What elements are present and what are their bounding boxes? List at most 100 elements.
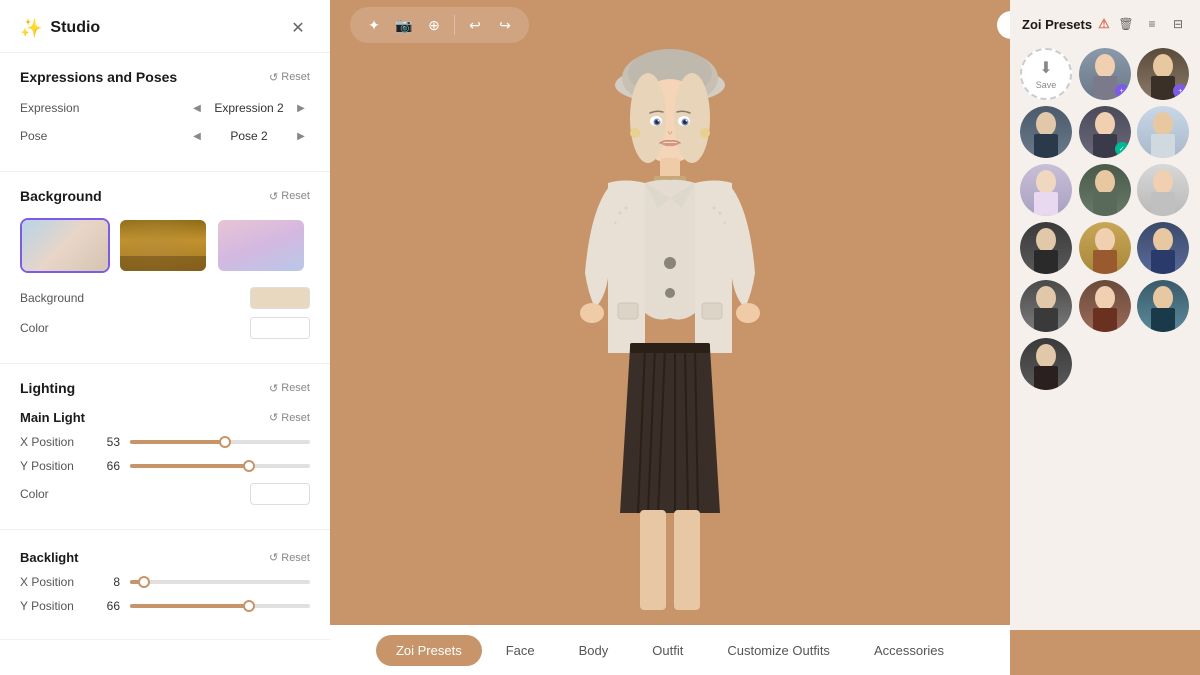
backlight-x-value: 8 — [95, 575, 120, 589]
main-light-y-value: 66 — [95, 459, 120, 473]
presets-grid: ⬇ Save + + ✓ — [1010, 44, 1200, 394]
pose-label: Pose — [20, 129, 80, 143]
camera-tool-icon[interactable]: 📷 — [392, 13, 416, 37]
preset-item-14[interactable] — [1137, 280, 1189, 332]
background-thumb-1[interactable] — [20, 218, 110, 273]
backlight-title: Backlight — [20, 550, 79, 565]
preset-item-7[interactable] — [1079, 164, 1131, 216]
save-preset-icon: ⬇ — [1039, 58, 1052, 78]
save-preset-button[interactable]: ⬇ Save — [1020, 48, 1072, 100]
lighting-header: Lighting ↺ Reset — [20, 380, 310, 396]
backlight-reset-button[interactable]: ↺ Reset — [269, 551, 310, 564]
toolbar: ✦ 📷 ⊕ ↩ ↪ — [350, 7, 529, 43]
main-canvas — [330, 0, 1010, 625]
expression-value: Expression 2 — [214, 101, 284, 115]
close-button[interactable]: ✕ — [286, 16, 310, 40]
preset-item-11[interactable] — [1137, 222, 1189, 274]
background-label: Background — [20, 291, 84, 305]
save-preset-label: Save — [1036, 80, 1057, 90]
background-reset-button[interactable]: ↺ Reset — [269, 190, 310, 203]
main-light-reset-button[interactable]: ↺ Reset — [269, 411, 310, 424]
backlight-y-value: 66 — [95, 599, 120, 613]
main-light-x-label: X Position — [20, 435, 85, 449]
background-thumb-3[interactable] — [216, 218, 306, 273]
left-panel: ✨ Studio ✕ Expressions and Poses ↺ Reset… — [0, 0, 330, 675]
tab-face[interactable]: Face — [486, 635, 555, 666]
background-thumb-2[interactable] — [118, 218, 208, 273]
backlight-y-slider[interactable] — [130, 604, 310, 608]
backlight-x-slider[interactable] — [130, 580, 310, 584]
background-section: Background ↺ Reset Background — [0, 172, 330, 364]
panel-title: ✨ Studio — [20, 18, 100, 39]
preset-item-2[interactable]: + — [1137, 48, 1189, 100]
main-light-x-row: X Position 53 — [20, 435, 310, 449]
toolbar-divider — [454, 15, 455, 35]
right-panel-header: Zoi Presets ⚠ 🗑 ≡ ⊟ — [1010, 0, 1200, 44]
main-light-x-value: 53 — [95, 435, 120, 449]
right-panel: Zoi Presets ⚠ 🗑 ≡ ⊟ ⬇ Save + + — [1010, 0, 1200, 630]
character-figure — [500, 13, 840, 613]
main-light-y-label: Y Position — [20, 459, 85, 473]
tab-body[interactable]: Body — [559, 635, 629, 666]
tab-zoi-presets[interactable]: Zoi Presets — [376, 635, 482, 666]
expression-next-button[interactable]: ▶ — [292, 99, 310, 117]
lighting-reset-button[interactable]: ↺ Reset — [269, 382, 310, 395]
pose-prev-button[interactable]: ◀ — [188, 127, 206, 145]
preset-item-5[interactable] — [1137, 106, 1189, 158]
preset-item-3[interactable] — [1020, 106, 1072, 158]
main-light-color-swatch[interactable] — [250, 483, 310, 505]
preset-item-15[interactable] — [1020, 338, 1072, 390]
delete-icon[interactable]: 🗑 — [1116, 14, 1136, 34]
redo-icon[interactable]: ↪ — [493, 13, 517, 37]
tab-accessories[interactable]: Accessories — [854, 635, 964, 666]
zoi-presets-title: Zoi Presets ⚠ — [1022, 16, 1110, 32]
expression-control: Expression ◀ Expression 2 ▶ — [20, 99, 310, 117]
preset-item-1[interactable]: + — [1079, 48, 1131, 100]
preset-item-12[interactable] — [1020, 280, 1072, 332]
pose-next-button[interactable]: ▶ — [292, 127, 310, 145]
sort-icon[interactable]: ≡ — [1142, 14, 1162, 34]
filter-icon[interactable]: ⊟ — [1168, 14, 1188, 34]
tab-outfit[interactable]: Outfit — [632, 635, 703, 666]
warning-icon: ⚠ — [1098, 16, 1110, 32]
expressions-poses-header: Expressions and Poses ↺ Reset — [20, 69, 310, 85]
preset-item-8[interactable] — [1137, 164, 1189, 216]
character-container — [330, 0, 1010, 625]
right-panel-actions: 🗑 ≡ ⊟ — [1116, 14, 1188, 34]
backlight-header: Backlight ↺ Reset — [20, 550, 310, 565]
expressions-poses-title: Expressions and Poses — [20, 69, 177, 85]
undo-icon[interactable]: ↩ — [463, 13, 487, 37]
main-light-color-row: Color — [20, 483, 310, 505]
main-light-y-slider[interactable] — [130, 464, 310, 468]
lighting-section: Lighting ↺ Reset Main Light ↺ Reset X Po… — [0, 364, 330, 530]
color-label: Color — [20, 321, 80, 335]
bottom-nav: Zoi Presets Face Body Outfit Customize O… — [330, 625, 1010, 675]
magic-tool-icon[interactable]: ✦ — [362, 13, 386, 37]
preset-item-4[interactable]: ✓ — [1079, 106, 1131, 158]
background-grid — [20, 218, 310, 273]
expression-label: Expression — [20, 101, 80, 115]
backlight-x-row: X Position 8 — [20, 575, 310, 589]
main-light-title: Main Light — [20, 410, 85, 425]
expression-prev-button[interactable]: ◀ — [188, 99, 206, 117]
expressions-reset-button[interactable]: ↺ Reset — [269, 71, 310, 84]
backlight-y-row: Y Position 66 — [20, 599, 310, 613]
tab-customize-outfits[interactable]: Customize Outfits — [707, 635, 850, 666]
preset-item-6[interactable] — [1020, 164, 1072, 216]
color-swatch[interactable] — [250, 317, 310, 339]
preset-badge-1: + — [1115, 84, 1129, 98]
main-light-header: Main Light ↺ Reset — [20, 410, 310, 425]
panel-header: ✨ Studio ✕ — [0, 0, 330, 53]
preset-badge-2: + — [1173, 84, 1187, 98]
backlight-y-label: Y Position — [20, 599, 85, 613]
pose-nav: ◀ Pose 2 ▶ — [80, 127, 310, 145]
preset-item-13[interactable] — [1079, 280, 1131, 332]
preset-badge-4: ✓ — [1115, 142, 1129, 156]
background-color-swatch[interactable] — [250, 287, 310, 309]
pose-value: Pose 2 — [214, 129, 284, 143]
preset-item-10[interactable] — [1079, 222, 1131, 274]
view-tool-icon[interactable]: ⊕ — [422, 13, 446, 37]
main-light-x-slider[interactable] — [130, 440, 310, 444]
expressions-poses-section: Expressions and Poses ↺ Reset Expression… — [0, 53, 330, 172]
preset-item-9[interactable] — [1020, 222, 1072, 274]
